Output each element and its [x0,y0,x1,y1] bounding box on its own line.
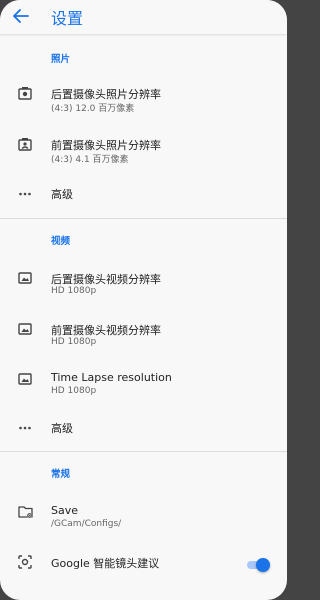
photo-advanced-item[interactable]: 高级 [0,182,287,206]
front-video-resolution-item[interactable]: 前置摄像头视频分辨率 HD 1080p [0,318,287,352]
videocam-icon [18,272,32,284]
save-location-title: Save [51,504,79,517]
rear-video-resolution-title: 后置摄像头视频分辨率 [51,273,161,286]
more-horiz-icon [19,426,31,430]
front-photo-resolution-title: 前置摄像头照片分辨率 [51,139,161,152]
photo-advanced-title: 高级 [51,188,73,201]
lens-icon [18,555,32,569]
videocam-icon [18,373,32,385]
save-location-item[interactable]: Save /GCam/Configs/ [0,502,287,536]
front-photo-resolution-item[interactable]: 前置摄像头照片分辨率 (4:3) 4.1 百万像素 [0,133,287,167]
settings-screen: 设置 照片 后置摄像头照片分辨率 (4:3) 12.0 百万像素 前置摄像头照片… [0,0,287,600]
toggle-thumb [256,558,270,572]
section-header-photo: 照片 [51,54,71,65]
timelapse-resolution-item[interactable]: Time Lapse resolution HD 1080p [0,368,287,402]
app-bar: 设置 [0,0,287,34]
page-title: 设置 [51,9,84,28]
rear-photo-resolution-title: 后置摄像头照片分辨率 [51,88,161,101]
arrow-back-icon[interactable] [13,9,29,23]
more-horiz-icon [19,192,31,196]
google-lens-item[interactable]: Google 智能镜头建议 [0,553,287,577]
rear-photo-resolution-value: (4:3) 12.0 百万像素 [51,104,135,114]
google-lens-toggle[interactable] [247,558,270,572]
rear-photo-resolution-item[interactable]: 后置摄像头照片分辨率 (4:3) 12.0 百万像素 [0,82,287,116]
section-divider [0,451,287,452]
front-photo-resolution-value: (4:3) 4.1 百万像素 [51,155,129,165]
timelapse-resolution-value: HD 1080p [51,386,97,396]
front-video-resolution-value: HD 1080p [51,337,97,347]
rear-video-resolution-value: HD 1080p [51,286,97,296]
section-header-video: 视频 [51,236,71,247]
timelapse-resolution-title: Time Lapse resolution [51,371,172,384]
save-location-value: /GCam/Configs/ [51,519,122,529]
rear-video-resolution-item[interactable]: 后置摄像头视频分辨率 HD 1080p [0,267,287,301]
video-advanced-item[interactable]: 高级 [0,416,287,440]
section-divider [0,218,287,219]
folder-settings-icon [18,506,33,519]
videocam-icon [18,323,32,335]
video-advanced-title: 高级 [51,422,73,435]
google-lens-title: Google 智能镜头建议 [51,557,160,570]
camera-icon [18,87,32,100]
front-camera-icon [18,138,32,151]
front-video-resolution-title: 前置摄像头视频分辨率 [51,324,161,337]
section-header-general: 常规 [51,469,71,480]
